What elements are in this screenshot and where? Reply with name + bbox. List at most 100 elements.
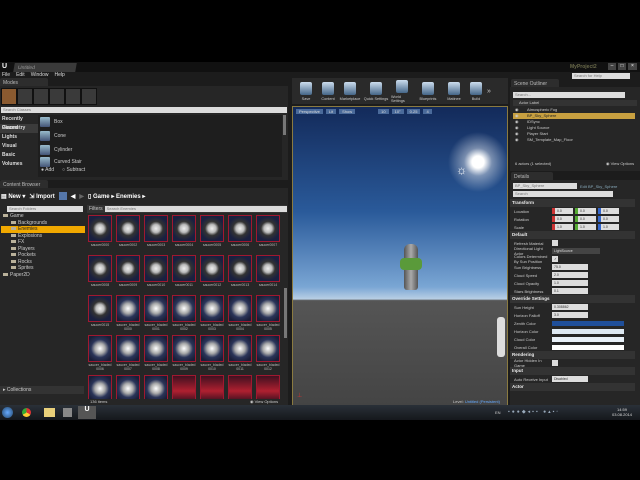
level-tab[interactable]: Untitled (13, 63, 77, 72)
collections-header[interactable]: ▸ Collections (0, 386, 84, 394)
category-geometry[interactable]: Geometry (0, 124, 38, 133)
toolbar-marketplace-button[interactable]: Marketplace (339, 81, 361, 101)
asset-tile[interactable]: saucer0005 (200, 215, 224, 255)
geometry-mode-icon[interactable] (65, 88, 81, 105)
asset-tile[interactable]: saucer0007 (256, 215, 280, 255)
asset-tile[interactable]: saucer0010 (144, 255, 168, 295)
unreal-taskbar-icon[interactable]: U (78, 406, 96, 419)
asset-search-input[interactable]: Search Enemies (104, 206, 287, 212)
scale-snap-button[interactable]: 0.25 (406, 108, 421, 114)
location-x-input[interactable]: 0.0 (555, 208, 573, 214)
actor-name-input[interactable]: BP_Sky_Sphere (513, 183, 577, 189)
asset-tile[interactable] (116, 375, 140, 399)
placeable-scrollbar[interactable] (283, 115, 286, 135)
add-radio[interactable]: ● Add (41, 167, 54, 173)
asset-tile[interactable]: saucer_bladed0009 (172, 335, 196, 375)
edit-blueprint-link[interactable]: Edit BP_Sky_Sphere (580, 184, 617, 189)
asset-tile[interactable] (144, 375, 168, 399)
breadcrumb-game[interactable]: Game (93, 194, 110, 200)
asset-tile[interactable]: saucer0015 (88, 295, 112, 335)
minimize-button[interactable]: – (608, 63, 616, 70)
property-value-input[interactable]: 0.308862 (552, 304, 588, 310)
toolbar-content-button[interactable]: Content (317, 81, 339, 101)
asset-tile[interactable]: saucer_bladed0001 (144, 295, 168, 335)
tab-scene-outliner[interactable]: Scene Outliner (511, 79, 559, 87)
asset-tile[interactable]: saucer0012 (200, 255, 224, 295)
tab-content-browser[interactable]: Content Browser (0, 180, 48, 188)
import-button[interactable]: ⇲ Import (29, 193, 54, 200)
show-button[interactable]: Show (339, 108, 356, 114)
lit-button[interactable]: Lit (325, 108, 337, 114)
auto-receive-input-dropdown[interactable]: Disabled (552, 376, 588, 382)
place-mode-icon[interactable] (1, 88, 17, 105)
asset-tile[interactable]: saucer_bladed0003 (200, 295, 224, 335)
placeable-box[interactable]: Box (38, 115, 282, 129)
asset-tile[interactable]: saucer_bladed0006 (88, 335, 112, 375)
property-value-input[interactable]: 1.0 (552, 280, 588, 286)
foliage-mode-icon[interactable] (49, 88, 65, 105)
asset-tile[interactable] (172, 375, 196, 399)
toolbar-matinee-button[interactable]: Matinee (443, 81, 465, 101)
asset-tile[interactable]: saucer0011 (172, 255, 196, 295)
subtract-radio[interactable]: ○ Subtract (62, 167, 85, 173)
rotation-snap-button[interactable]: 10° (391, 108, 404, 114)
close-button[interactable]: × (628, 63, 637, 70)
forward-button[interactable]: ▶ (79, 193, 84, 200)
category-visual[interactable]: Visual (0, 142, 38, 151)
tab-details[interactable]: Details (511, 172, 553, 180)
color-swatch[interactable] (552, 336, 624, 342)
category-lights[interactable]: Lights (0, 133, 38, 142)
color-swatch[interactable] (552, 320, 624, 326)
placeable-curved-stair[interactable]: Curved Stair (38, 157, 282, 167)
app-taskbar-icon[interactable] (63, 408, 72, 417)
visibility-eye-icon[interactable]: ◉ (515, 137, 519, 143)
input-section-header[interactable]: Input (510, 367, 635, 375)
color-swatch[interactable] (552, 328, 624, 334)
placeable-cone[interactable]: Cone (38, 129, 282, 143)
asset-tile[interactable]: saucer0008 (88, 255, 112, 295)
back-button[interactable]: ◀ (71, 193, 76, 200)
hidden-in-game-checkbox[interactable] (552, 360, 558, 366)
colors-by-sun-checkbox[interactable]: ✓ (552, 256, 558, 262)
toolbar-build-button[interactable]: Build (465, 81, 487, 101)
asset-tile[interactable]: saucer0006 (228, 215, 252, 255)
chrome-taskbar-icon[interactable] (22, 408, 31, 417)
asset-scrollbar[interactable] (284, 288, 287, 338)
override-section-header[interactable]: Override Settings (510, 295, 635, 303)
toolbar-save-button[interactable]: Save (295, 81, 317, 101)
asset-tile[interactable] (200, 375, 224, 399)
asset-tile[interactable]: saucer0014 (256, 255, 280, 295)
folder-search-input[interactable]: Search Folders (7, 206, 83, 212)
asset-tile[interactable]: saucer0009 (116, 255, 140, 295)
tab-modes[interactable]: Modes (0, 78, 48, 86)
folder-paper2d[interactable]: Paper2D (1, 272, 85, 279)
toolbar-blueprints-button[interactable]: Blueprints (413, 81, 443, 101)
refresh-material-checkbox[interactable] (552, 240, 558, 246)
rotation-x-input[interactable]: 0.0 (555, 216, 573, 222)
details-search-input[interactable]: Search (513, 191, 613, 197)
player-start-icon[interactable] (497, 317, 505, 357)
actor-section-header[interactable]: Actor (510, 383, 635, 391)
scale-y-input[interactable]: 1.0 (578, 224, 596, 230)
asset-tile[interactable]: saucer_bladed0000 (116, 295, 140, 335)
rotation-z-input[interactable]: 0.0 (601, 216, 619, 222)
actor-label-column-header[interactable]: Actor Label (513, 100, 637, 106)
filters-button[interactable]: Filters (89, 206, 103, 212)
toolbar-world-settings-button[interactable]: World Settings (391, 79, 413, 103)
clock[interactable]: 14:59 03.08.2014 (612, 407, 632, 417)
scale-z-input[interactable]: 1.0 (601, 224, 619, 230)
toolbar-overflow-icon[interactable]: » (487, 88, 491, 95)
scale-x-input[interactable]: 1.0 (555, 224, 573, 230)
transform-section-header[interactable]: Transform (510, 199, 635, 207)
category-basic[interactable]: Basic (0, 151, 38, 160)
asset-tile[interactable]: saucer_bladed0002 (172, 295, 196, 335)
property-value-input[interactable]: 75.0 (552, 264, 588, 270)
category-recently-placed[interactable]: Recently Placed (0, 115, 38, 131)
asset-tile[interactable] (88, 375, 112, 399)
asset-tile[interactable]: saucer0002 (116, 215, 140, 255)
save-all-button[interactable] (58, 192, 67, 200)
asset-tile[interactable]: saucer_bladed0004 (228, 295, 252, 335)
help-search-input[interactable]: Search for Help (572, 73, 630, 79)
default-section-header[interactable]: Default (510, 231, 635, 239)
asset-tile[interactable]: saucer_bladed0008 (144, 335, 168, 375)
